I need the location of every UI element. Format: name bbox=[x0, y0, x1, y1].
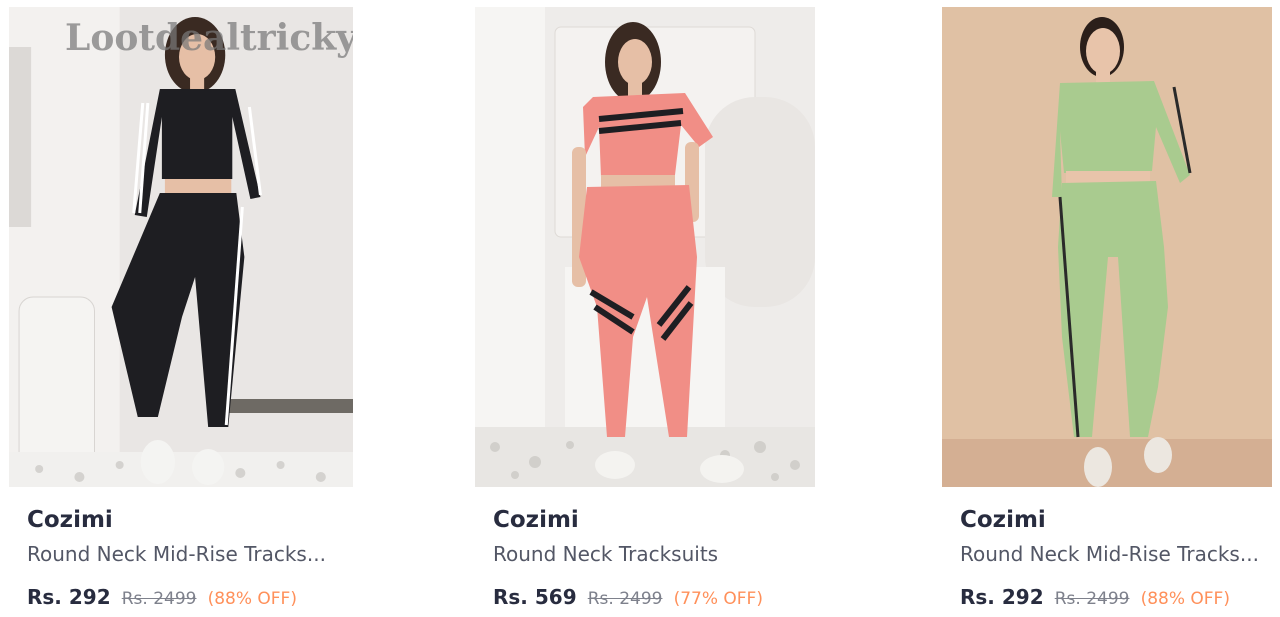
product-card[interactable]: Cozimi Round Neck Tracksuits Rs. 569 Rs.… bbox=[475, 7, 815, 617]
product-discount: (77% OFF) bbox=[673, 589, 763, 609]
product-brand: Cozimi bbox=[960, 507, 1046, 533]
product-brand: Cozimi bbox=[493, 507, 579, 533]
product-card[interactable]: Cozimi Round Neck Mid-Rise Tracks... Rs.… bbox=[942, 7, 1272, 617]
price-row: Rs. 569 Rs. 2499 (77% OFF) bbox=[493, 584, 815, 612]
product-price: Rs. 292 bbox=[960, 585, 1044, 609]
product-name: Round Neck Mid-Rise Tracks... bbox=[960, 542, 1259, 566]
product-brand: Cozimi bbox=[27, 507, 113, 533]
product-card[interactable]: Lootdealtricky Cozimi Round Neck Mid-Ris… bbox=[9, 7, 353, 617]
product-name: Round Neck Mid-Rise Tracks... bbox=[27, 542, 326, 566]
price-row: Rs. 292 Rs. 2499 (88% OFF) bbox=[960, 584, 1272, 612]
product-grid: Lootdealtricky Cozimi Round Neck Mid-Ris… bbox=[0, 0, 1280, 617]
price-row: Rs. 292 Rs. 2499 (88% OFF) bbox=[27, 584, 353, 612]
product-discount: (88% OFF) bbox=[207, 589, 297, 609]
product-discount: (88% OFF) bbox=[1140, 589, 1230, 609]
product-price: Rs. 292 bbox=[27, 585, 111, 609]
product-image[interactable]: Lootdealtricky bbox=[9, 7, 353, 487]
product-image[interactable] bbox=[475, 7, 815, 487]
product-name: Round Neck Tracksuits bbox=[493, 542, 719, 566]
product-price: Rs. 569 bbox=[493, 585, 577, 609]
product-image[interactable] bbox=[942, 7, 1272, 487]
product-mrp: Rs. 2499 bbox=[1054, 589, 1130, 609]
product-mrp: Rs. 2499 bbox=[587, 589, 663, 609]
product-mrp: Rs. 2499 bbox=[121, 589, 197, 609]
